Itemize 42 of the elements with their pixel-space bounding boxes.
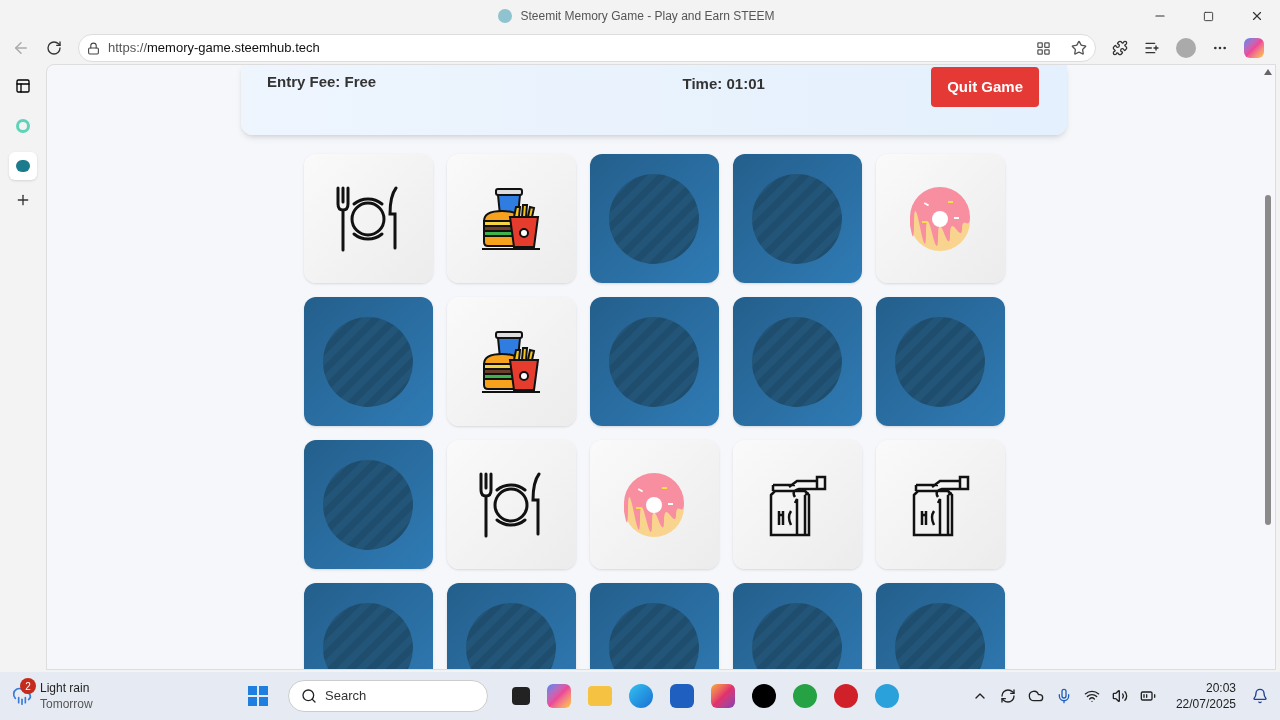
battery-icon[interactable] — [1139, 688, 1156, 704]
donut-icon — [908, 186, 972, 251]
timer-label: Time: 01:01 — [682, 74, 765, 94]
notification-badge: 2 — [20, 678, 36, 694]
window-title: Steemit Memory Game - Play and Earn STEEM — [520, 8, 775, 24]
search-icon — [301, 688, 317, 704]
refresh-icon[interactable] — [46, 40, 62, 56]
weather-subtitle: Tomorrow — [40, 696, 94, 712]
new-tab-icon[interactable] — [15, 192, 31, 208]
address-bar[interactable]: https://memory-game.steemhub.tech — [78, 34, 1096, 62]
site-favicon — [498, 9, 513, 23]
face-up-card[interactable] — [732, 440, 862, 569]
favorite-icon[interactable] — [1071, 40, 1087, 56]
app-available-icon[interactable] — [1036, 40, 1051, 56]
entry-fee-label: Entry Fee: Free — [267, 72, 377, 92]
burger-fries-drink-icon — [480, 186, 542, 251]
weather-label: Light rain — [40, 680, 91, 696]
face-up-card[interactable] — [446, 440, 576, 569]
wifi-icon[interactable] — [1083, 688, 1100, 704]
clock-time: 20:03 — [1205, 680, 1236, 696]
notification-bell-icon[interactable] — [1252, 688, 1268, 704]
url-text: https://memory-game.steemhub.tech — [108, 39, 320, 58]
face-up-card[interactable] — [303, 154, 433, 283]
sync-icon[interactable] — [999, 688, 1016, 704]
lock-icon — [87, 41, 100, 55]
scroll-up-arrow-icon[interactable] — [1264, 69, 1272, 75]
close-icon[interactable] — [1250, 9, 1264, 23]
favorites-icon[interactable] — [1144, 40, 1160, 56]
windows-start-icon[interactable] — [248, 686, 268, 706]
burger-fries-drink-icon — [480, 329, 542, 394]
volume-icon[interactable] — [1111, 688, 1128, 704]
cloud-icon[interactable] — [1027, 688, 1044, 704]
face-up-card[interactable] — [446, 297, 576, 426]
donut-icon — [622, 472, 686, 537]
restore-icon[interactable] — [1203, 10, 1214, 22]
face-up-card[interactable] — [875, 440, 1005, 569]
quit-game-button[interactable]: Quit Game — [931, 67, 1039, 107]
taskbar-search-field[interactable]: Search — [288, 680, 488, 712]
search-placeholder: Search — [325, 687, 367, 706]
clock-date: 22/07/2025 — [1175, 696, 1236, 712]
extensions-icon[interactable] — [1112, 40, 1128, 56]
face-up-card[interactable] — [446, 154, 576, 283]
